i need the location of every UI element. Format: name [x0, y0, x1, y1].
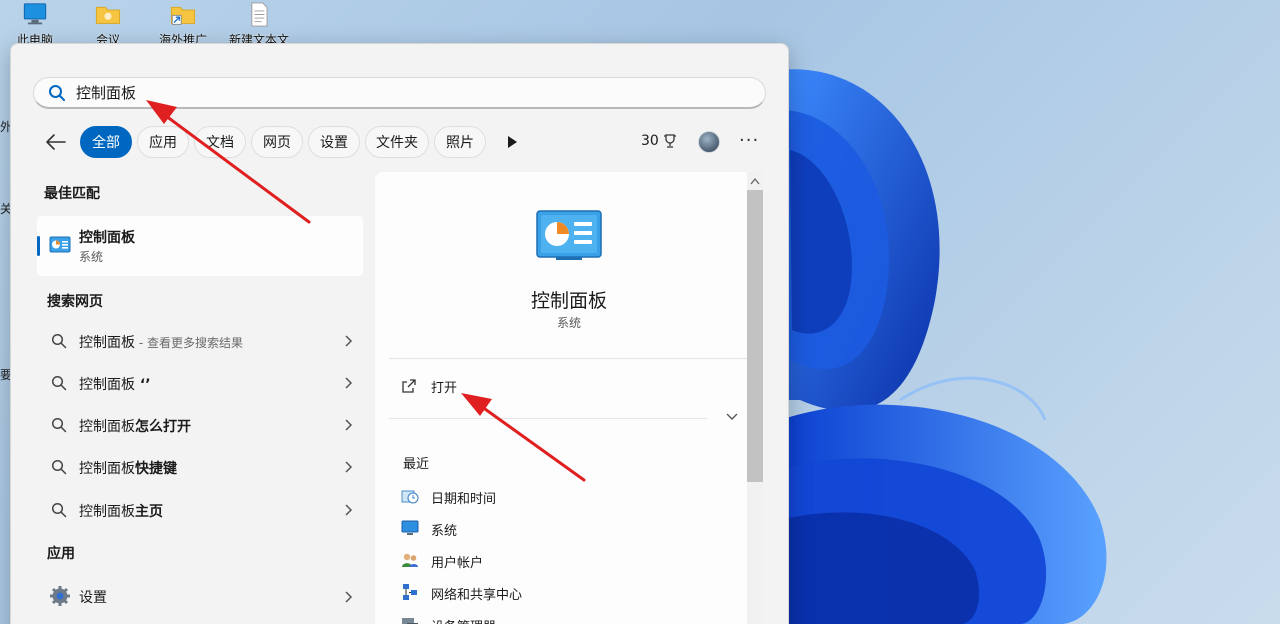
search-icon	[49, 84, 65, 101]
recent-item-device-manager[interactable]: 设备管理器	[401, 611, 641, 624]
web-search-item[interactable]: 控制面板 ‘’	[47, 366, 353, 400]
trophy-icon	[663, 134, 676, 148]
divider	[389, 418, 707, 419]
device-manager-icon	[402, 618, 418, 624]
search-icon	[51, 459, 67, 475]
app-item-settings[interactable]: 设置	[47, 580, 353, 614]
desktop-icon-overseas[interactable]: 海外推广	[148, 0, 218, 48]
web-search-text: 控制面板 ‘’	[79, 377, 151, 393]
search-icon	[51, 333, 67, 349]
desktop-icon-this-pc[interactable]: 此电脑	[0, 0, 70, 48]
web-search-text: 控制面板快捷键	[79, 461, 177, 477]
users-icon	[402, 553, 418, 567]
computer-icon	[23, 3, 47, 25]
scroll-up-arrow-icon[interactable]	[750, 177, 760, 185]
open-label: 打开	[431, 380, 458, 396]
web-search-text: 控制面板 - 查看更多搜索结果	[79, 335, 243, 351]
filter-settings[interactable]: 设置	[308, 126, 360, 158]
points-value: 30	[641, 133, 659, 149]
recent-item-network-center[interactable]: 网络和共享中心	[401, 579, 641, 605]
web-search-item[interactable]: 控制面板快捷键	[47, 450, 353, 484]
recent-item-user-accounts[interactable]: 用户帐户	[401, 547, 641, 573]
recent-item-system[interactable]: 系统	[401, 515, 641, 541]
section-web-search: 搜索网页	[47, 294, 103, 310]
scrollbar-thumb[interactable]	[747, 190, 763, 482]
rewards-points[interactable]: 30	[641, 133, 677, 149]
back-arrow-icon[interactable]	[45, 132, 67, 152]
recent-item-label: 日期和时间	[431, 492, 497, 507]
chevron-right-icon	[345, 335, 353, 347]
web-search-text: 控制面板怎么打开	[79, 419, 191, 435]
web-search-item[interactable]: 控制面板 - 查看更多搜索结果	[47, 324, 353, 358]
recent-item-label: 设备管理器	[431, 616, 496, 624]
clock-icon	[401, 490, 419, 504]
gear-icon	[50, 586, 70, 606]
filter-documents[interactable]: 文档	[194, 126, 246, 158]
folder-icon	[95, 6, 121, 24]
desktop-icon-meeting[interactable]: 会议	[73, 0, 143, 48]
preview-card: 控制面板 系统 打开 最近 日期和时间 系统 用户帐户 网络和共享中心	[375, 172, 761, 624]
search-icon	[51, 417, 67, 433]
folder-shortcut-icon	[170, 6, 196, 25]
search-box[interactable]	[33, 77, 766, 109]
search-icon	[51, 375, 67, 391]
filter-bar: 全部 应用 文档 网页 设置 文件夹 照片 30 ···	[33, 124, 773, 160]
filter-apps[interactable]: 应用	[137, 126, 189, 158]
recent-item-label: 用户帐户	[431, 556, 484, 571]
chevron-right-icon	[345, 377, 353, 389]
more-filters-play-icon[interactable]	[505, 134, 519, 150]
more-options-button[interactable]: ···	[739, 130, 759, 151]
best-match-subtitle: 系统	[79, 250, 104, 264]
filter-web[interactable]: 网页	[251, 126, 303, 158]
chevron-down-icon[interactable]	[725, 412, 739, 422]
open-button[interactable]: 打开	[399, 372, 599, 400]
desktop-icon-new-text[interactable]: 新建文本文	[224, 0, 294, 48]
selection-indicator	[37, 236, 40, 256]
control-panel-icon	[536, 210, 602, 260]
web-search-item[interactable]: 控制面板怎么打开	[47, 408, 353, 442]
chevron-right-icon	[345, 419, 353, 431]
best-match-title: 控制面板	[79, 230, 135, 246]
control-panel-icon	[49, 236, 71, 253]
preview-subtitle: 系统	[556, 316, 581, 330]
filter-folders[interactable]: 文件夹	[365, 126, 429, 158]
preview-title: 控制面板	[530, 290, 607, 312]
search-input[interactable]	[76, 83, 736, 102]
app-item-label: 设置	[79, 590, 107, 606]
monitor-icon	[401, 520, 419, 535]
recent-item-label: 网络和共享中心	[431, 588, 523, 603]
preview-scrollbar[interactable]	[747, 172, 763, 624]
start-search-panel: 全部 应用 文档 网页 设置 文件夹 照片 30 ··· 最佳匹配 控制面	[10, 43, 789, 624]
best-match-item[interactable]: 控制面板 系统	[37, 216, 363, 276]
section-apps: 应用	[47, 546, 75, 562]
text-file-icon	[251, 2, 268, 27]
user-avatar[interactable]	[698, 131, 720, 153]
filter-photos[interactable]: 照片	[434, 126, 486, 158]
recent-title: 最近	[403, 457, 430, 472]
section-best-match: 最佳匹配	[44, 186, 100, 202]
divider	[389, 358, 747, 359]
open-external-icon	[402, 379, 416, 393]
web-search-item[interactable]: 控制面板主页	[47, 493, 353, 527]
recent-item-date-time[interactable]: 日期和时间	[401, 483, 641, 509]
search-icon	[51, 502, 67, 518]
chevron-right-icon	[345, 504, 353, 516]
chevron-right-icon	[345, 461, 353, 473]
web-search-text: 控制面板主页	[79, 504, 163, 520]
network-icon	[403, 584, 417, 600]
filter-all[interactable]: 全部	[80, 126, 132, 158]
chevron-right-icon	[345, 591, 353, 603]
recent-item-label: 系统	[431, 524, 458, 539]
